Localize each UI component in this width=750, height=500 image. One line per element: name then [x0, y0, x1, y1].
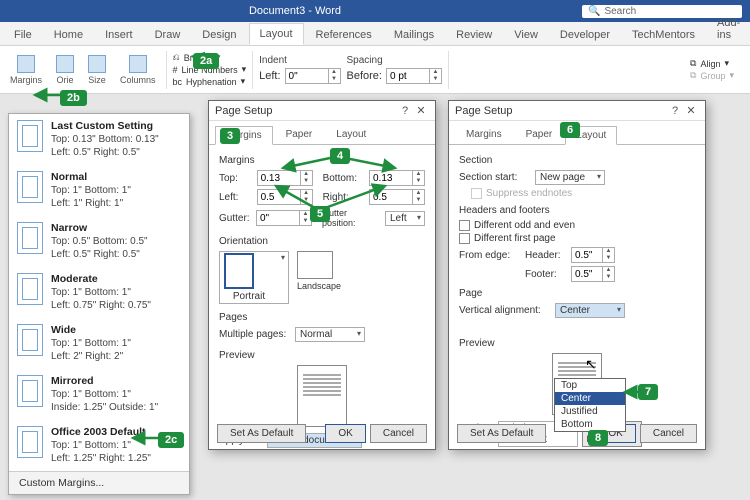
- header-distance-input[interactable]: ▲▼: [571, 247, 615, 263]
- tab-techmentors[interactable]: TechMentors: [622, 25, 705, 45]
- cursor-icon: ↖: [585, 356, 597, 373]
- callout-2a: 2a: [193, 53, 219, 69]
- size-icon: [88, 55, 106, 73]
- dlg-tab-paper[interactable]: Paper: [515, 125, 564, 144]
- tab-mailings[interactable]: Mailings: [384, 25, 444, 45]
- margin-icon: [17, 273, 43, 305]
- margin-icon: [17, 171, 43, 203]
- indent-label: Indent: [259, 55, 340, 66]
- cancel-button[interactable]: Cancel: [370, 424, 427, 443]
- va-option-center[interactable]: Center: [555, 392, 625, 405]
- margin-icon: [17, 222, 43, 254]
- margin-preset-moderate[interactable]: ModerateTop: 1" Bottom: 1"Left: 0.75" Ri…: [9, 267, 189, 318]
- margin-preset-normal[interactable]: NormalTop: 1" Bottom: 1"Left: 1" Right: …: [9, 165, 189, 216]
- margin-icon: [17, 324, 43, 356]
- tab-references[interactable]: References: [306, 25, 382, 45]
- tab-insert[interactable]: Insert: [95, 25, 143, 45]
- dlg-tab-layout[interactable]: Layout: [325, 125, 377, 144]
- margins-button[interactable]: Margins: [6, 53, 46, 87]
- size-button[interactable]: Size: [84, 53, 110, 87]
- vertical-alignment-menu: Top Center Justified Bottom: [554, 378, 626, 432]
- va-option-justified[interactable]: Justified: [555, 405, 625, 418]
- columns-button[interactable]: Columns: [116, 53, 160, 87]
- tab-developer[interactable]: Developer: [550, 25, 620, 45]
- orientation-icon: [56, 55, 74, 73]
- search-icon: 🔍: [588, 6, 600, 17]
- callout-4: 4: [330, 148, 350, 164]
- tab-home[interactable]: Home: [44, 25, 93, 45]
- section-start-select[interactable]: New page: [535, 170, 605, 185]
- margin-preset-last-custom[interactable]: Last Custom SettingTop: 0.13" Bottom: 0.…: [9, 114, 189, 165]
- dialog-title: Page Setup: [455, 105, 513, 117]
- search-placeholder: Search: [604, 6, 636, 17]
- tab-draw[interactable]: Draw: [145, 25, 191, 45]
- dlg-tab-paper[interactable]: Paper: [275, 125, 324, 144]
- callout-7: 7: [638, 384, 658, 400]
- help-icon[interactable]: ?: [397, 105, 413, 117]
- multiple-pages-select[interactable]: Normal: [295, 327, 365, 342]
- va-option-top[interactable]: Top: [555, 379, 625, 392]
- cancel-button[interactable]: Cancel: [640, 424, 697, 443]
- margin-icon: [17, 120, 43, 152]
- spacing-before-input[interactable]: ▲▼: [386, 68, 442, 84]
- callout-3: 3: [220, 128, 240, 144]
- tab-addins[interactable]: Add-ins: [707, 13, 750, 45]
- close-icon[interactable]: ✕: [413, 104, 429, 117]
- tab-view[interactable]: View: [504, 25, 548, 45]
- tab-file[interactable]: File: [4, 25, 42, 45]
- orientation-portrait[interactable]: Portrait: [219, 251, 289, 304]
- close-icon[interactable]: ✕: [683, 104, 699, 117]
- margin-preset-wide[interactable]: WideTop: 1" Bottom: 1"Left: 2" Right: 2": [9, 318, 189, 369]
- document-title: Document3 - Word: [8, 5, 582, 17]
- dlg-tab-margins[interactable]: Margins: [455, 125, 513, 144]
- callout-6: 6: [560, 122, 580, 138]
- columns-icon: [129, 55, 147, 73]
- spacing-label: Spacing: [347, 55, 442, 66]
- orientation-landscape[interactable]: Landscape: [297, 251, 341, 304]
- set-default-button[interactable]: Set As Default: [457, 424, 546, 443]
- dialog-title: Page Setup: [215, 105, 273, 117]
- vertical-alignment-select[interactable]: Center: [555, 303, 625, 318]
- tab-review[interactable]: Review: [446, 25, 502, 45]
- title-bar: Document3 - Word 🔍 Search: [0, 0, 750, 22]
- ribbon-tabs: File Home Insert Draw Design Layout Refe…: [0, 22, 750, 46]
- tab-layout[interactable]: Layout: [249, 23, 304, 45]
- margins-icon: [17, 55, 35, 73]
- custom-margins-button[interactable]: Custom Margins...: [9, 471, 189, 494]
- align-button[interactable]: ⧉Align▾: [690, 58, 734, 69]
- diff-first-page-checkbox[interactable]: Different first page: [459, 233, 695, 244]
- indent-left-input[interactable]: ▲▼: [285, 68, 341, 84]
- hyphenation-button[interactable]: bcHyphenation▾: [173, 76, 247, 87]
- ribbon: Margins Orie Size Columns ⎌Breaks▾ #Line…: [0, 46, 750, 94]
- margin-preset-mirrored[interactable]: MirroredTop: 1" Bottom: 1"Inside: 1.25" …: [9, 369, 189, 420]
- help-icon[interactable]: ?: [667, 105, 683, 117]
- tab-design[interactable]: Design: [192, 25, 246, 45]
- ok-button[interactable]: OK: [325, 424, 365, 443]
- group-button[interactable]: ⧉Group▾: [690, 70, 734, 81]
- orientation-button[interactable]: Orie: [52, 53, 78, 87]
- callout-2c: 2c: [158, 432, 184, 448]
- margin-icon: [17, 375, 43, 407]
- callout-2b: 2b: [60, 90, 87, 106]
- preview-pane: [297, 365, 347, 427]
- diff-odd-even-checkbox[interactable]: Different odd and even: [459, 220, 695, 231]
- callout-5: 5: [310, 206, 330, 222]
- footer-distance-input[interactable]: ▲▼: [571, 266, 615, 282]
- margin-icon: [17, 426, 43, 458]
- margin-preset-narrow[interactable]: NarrowTop: 0.5" Bottom: 0.5"Left: 0.5" R…: [9, 216, 189, 267]
- callout-8: 8: [588, 430, 608, 446]
- set-default-button[interactable]: Set As Default: [217, 424, 306, 443]
